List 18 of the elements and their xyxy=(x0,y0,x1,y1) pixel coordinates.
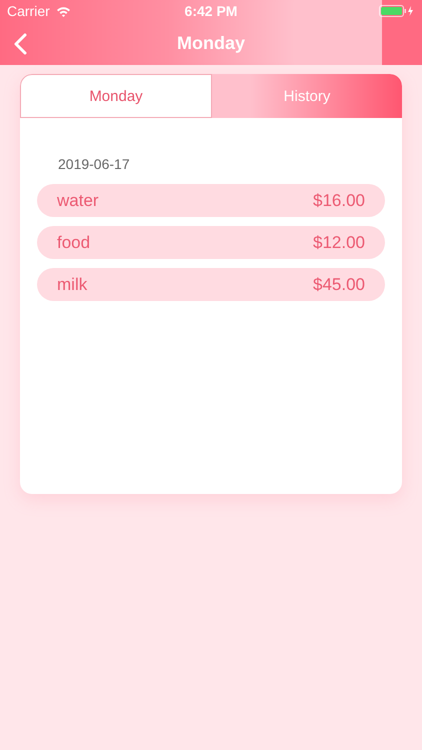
battery-icon xyxy=(379,5,415,17)
expense-name: water xyxy=(57,190,99,210)
expense-amount: $16.00 xyxy=(313,190,365,210)
wifi-icon xyxy=(56,6,71,16)
expense-name: food xyxy=(57,232,90,252)
back-icon[interactable] xyxy=(13,32,27,54)
tab[interactable]: History xyxy=(212,74,402,118)
expense-name: milk xyxy=(57,274,88,294)
tab[interactable]: Monday xyxy=(20,74,212,118)
expense-amount: $45.00 xyxy=(313,274,365,294)
expense-amount: $12.00 xyxy=(313,232,365,252)
expense-row[interactable]: water $16.00 xyxy=(37,184,385,217)
carrier-label: Carrier xyxy=(7,3,50,19)
expense-row[interactable]: milk $45.00 xyxy=(37,268,385,301)
date-label: 2019-06-17 xyxy=(58,156,131,172)
expense-row[interactable]: food $12.00 xyxy=(37,226,385,259)
nav-title: Monday xyxy=(176,33,246,54)
status-time: 6:42 PM xyxy=(184,3,238,19)
